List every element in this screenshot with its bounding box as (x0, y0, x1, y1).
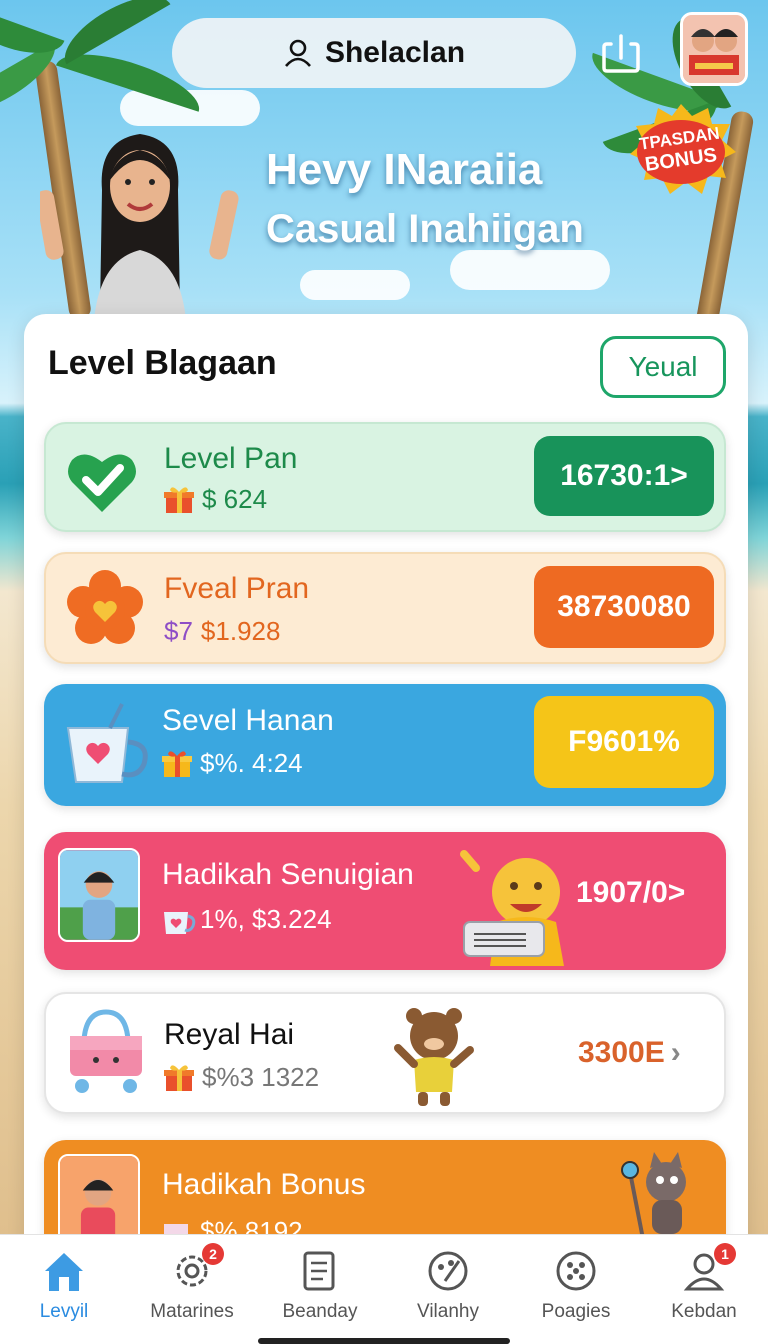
nav-badge: 1 (714, 1243, 736, 1265)
card-amount: $%3 1322 (202, 1062, 320, 1092)
avatar-photo-icon (58, 1154, 140, 1244)
card-value-button[interactable]: F9601% (534, 696, 714, 788)
card-name: Fveal Pran (164, 572, 310, 605)
dots-circle-icon (556, 1251, 596, 1291)
level-card-2[interactable]: Fveal Pran $7 $1.928 38730080 (44, 552, 726, 664)
logout-icon (602, 34, 640, 73)
hero-title-line-1: Hevy INaraiia (266, 145, 543, 194)
nav-label: Matarines (150, 1301, 234, 1322)
cup-heart-icon (60, 698, 152, 790)
card-name: Level Pan (164, 442, 298, 475)
card-value-button[interactable]: 16730:1> (534, 436, 714, 516)
home-indicator[interactable] (258, 1338, 510, 1344)
card-name: Reyal Hai (164, 1018, 295, 1051)
chevron-right-icon: › (670, 1036, 681, 1069)
user-icon (284, 39, 311, 67)
nav-item-beanday[interactable]: Beanday (256, 1235, 384, 1344)
gift-icon (164, 1064, 194, 1092)
card-name: Sevel Hanan (162, 704, 334, 737)
nav-label: Levyil (39, 1301, 89, 1322)
check-heart-icon (64, 442, 140, 518)
smiling-woman-illustration (40, 134, 239, 320)
hero-title-line-2: Casual Inahiigan (266, 207, 584, 251)
avatar-photo-icon (683, 15, 745, 83)
card-value[interactable]: 1907/0> (576, 876, 685, 910)
card-amount-prefix: $7 (164, 616, 193, 646)
logout-button[interactable] (598, 30, 644, 76)
card-amount: $1.928 (200, 616, 281, 646)
bear-mascot (394, 1008, 474, 1106)
profile-avatar[interactable] (680, 12, 748, 86)
nav-label: Beanday (282, 1301, 358, 1322)
nav-item-vilanhy[interactable]: Vilanhy (384, 1235, 512, 1344)
nav-item-poagies[interactable]: Poagies (512, 1235, 640, 1344)
hero-title: Hevy INaraiia Casual Inahiigan (266, 140, 584, 258)
card-name: Hadikah Senuigian (162, 858, 414, 891)
nav-item-matarines[interactable]: 2 Matarines (128, 1235, 256, 1344)
level-card-3[interactable]: Sevel Hanan $%. 4:24 F9601% (44, 684, 726, 806)
card-value-button[interactable]: 38730080 (534, 566, 714, 648)
nav-badge: 2 (202, 1243, 224, 1265)
flower-heart-icon (66, 570, 144, 648)
avatar-photo-icon (58, 848, 140, 942)
gift-icon (162, 750, 192, 778)
bonus-badge[interactable]: TPASDAN BONUS (622, 100, 740, 200)
nav-label: Kebdan (671, 1301, 737, 1322)
level-card-1[interactable]: Level Pan $ 624 16730:1> (44, 422, 726, 532)
cup-icon (162, 906, 196, 934)
panel-title: Level Blagaan (48, 344, 277, 382)
card-name: Hadikah Bonus (162, 1168, 366, 1201)
level-panel: Level Blagaan Yeual Level Pan $ 624 1673… (24, 314, 748, 1344)
card-value[interactable]: 3300E (578, 1036, 665, 1070)
level-card-5[interactable]: Reyal Hai $%3 1322 3300E › (44, 992, 726, 1114)
gift-icon (164, 486, 194, 514)
document-icon (303, 1251, 335, 1291)
card-amount: $ 624 (202, 484, 268, 514)
home-icon (45, 1253, 83, 1291)
level-card-4[interactable]: Hadikah Senuigian 1%, $3.224 1907/0> (44, 832, 726, 970)
card-amount: $%. 4:24 (200, 748, 303, 778)
nav-label: Poagies (541, 1301, 611, 1322)
bottom-navigation: Levyil 2 Matarines Beanday Vilanhy Poagi… (0, 1234, 768, 1344)
username-pill[interactable]: Shelaclan (172, 18, 576, 88)
basket-icon (64, 1006, 148, 1096)
card-amount: 1%, $3.224 (200, 904, 332, 934)
palette-icon (428, 1251, 468, 1291)
nav-item-levyil[interactable]: Levyil (0, 1235, 128, 1344)
yeual-button[interactable]: Yeual (600, 336, 726, 398)
username-text: Shelaclan (324, 36, 466, 69)
mascot-character (460, 850, 564, 966)
nav-item-kebdan[interactable]: 1 Kebdan (640, 1235, 768, 1344)
nav-label: Vilanhy (417, 1301, 479, 1322)
